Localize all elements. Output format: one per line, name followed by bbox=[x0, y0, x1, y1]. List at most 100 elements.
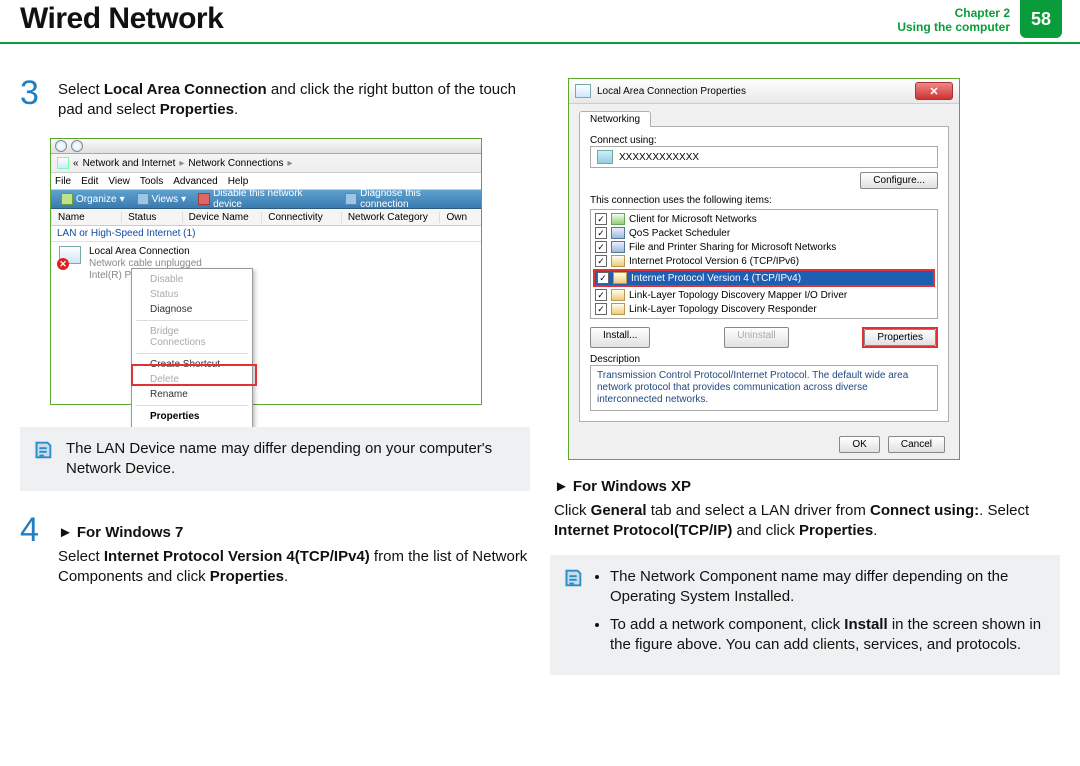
ctx-rename[interactable]: Rename bbox=[132, 387, 252, 402]
menu-edit[interactable]: Edit bbox=[81, 176, 98, 187]
toolbar: Organize▾ Views▾ Disable this network de… bbox=[51, 190, 481, 209]
ctx-diagnose[interactable]: Diagnose bbox=[132, 302, 252, 317]
list-item[interactable]: ✓QoS Packet Scheduler bbox=[593, 226, 935, 240]
ctx-delete[interactable]: Delete bbox=[132, 372, 252, 387]
step-number: 4 bbox=[20, 515, 48, 587]
os-heading: For Windows XP bbox=[573, 478, 691, 495]
note-box: The LAN Device name may differ depending… bbox=[20, 427, 530, 491]
ctx-bridge[interactable]: Bridge Connections bbox=[132, 324, 252, 350]
adapter-icon bbox=[597, 150, 613, 164]
note-text: The LAN Device name may differ depending… bbox=[66, 440, 492, 477]
install-button[interactable]: Install... bbox=[590, 327, 650, 348]
checkbox-icon[interactable]: ✓ bbox=[595, 227, 607, 239]
list-item[interactable]: ✓Link-Layer Topology Discovery Responder bbox=[593, 302, 935, 316]
device-name: XXXXXXXXXXXX bbox=[619, 152, 699, 163]
uninstall-button[interactable]: Uninstall bbox=[724, 327, 788, 348]
ctx-status[interactable]: Status bbox=[132, 287, 252, 302]
service-icon bbox=[611, 241, 625, 253]
chapter-tab: Chapter 2 Using the computer 58 bbox=[897, 0, 1080, 42]
list-item[interactable]: ✓Link-Layer Topology Discovery Mapper I/… bbox=[593, 288, 935, 302]
checkbox-icon[interactable]: ✓ bbox=[597, 272, 609, 284]
protocol-icon bbox=[613, 272, 627, 284]
tab-networking[interactable]: Networking bbox=[579, 111, 651, 127]
checkbox-icon[interactable]: ✓ bbox=[595, 303, 607, 315]
list-item[interactable]: ✓File and Printer Sharing for Microsoft … bbox=[593, 240, 935, 254]
chapter-subtitle: Using the computer bbox=[897, 20, 1010, 34]
page-title: Wired Network bbox=[20, 2, 223, 36]
close-button[interactable]: ✕ bbox=[915, 82, 953, 100]
xp-text: Click General tab and select a LAN drive… bbox=[554, 499, 1056, 541]
col-owner[interactable]: Own bbox=[439, 212, 481, 223]
step-text: ►For Windows 7 Select Internet Protocol … bbox=[58, 515, 530, 587]
dialog-titlebar: Local Area Connection Properties ✕ bbox=[569, 79, 959, 104]
step-number: 3 bbox=[20, 78, 48, 120]
note-item: The Network Component name may differ de… bbox=[610, 567, 1046, 607]
organize-button[interactable]: Organize▾ bbox=[57, 193, 129, 205]
breadcrumb[interactable]: Network Connections bbox=[188, 158, 283, 169]
connect-using-label: Connect using: bbox=[590, 135, 938, 146]
cancel-button[interactable]: Cancel bbox=[888, 436, 945, 453]
views-button[interactable]: Views▾ bbox=[133, 193, 191, 205]
step-text: Select Local Area Connection and click t… bbox=[58, 78, 530, 120]
connection-name: Local Area Connection bbox=[89, 246, 202, 258]
address-bar[interactable]: « Network and Internet ▸ Network Connect… bbox=[51, 154, 481, 173]
menu-view[interactable]: View bbox=[108, 176, 130, 187]
ctx-disable[interactable]: Disable bbox=[132, 272, 252, 287]
description-label: Description bbox=[590, 354, 938, 365]
properties-button[interactable]: Properties bbox=[864, 329, 936, 346]
disable-device-button[interactable]: Disable this network device bbox=[194, 188, 337, 210]
components-list: ✓Client for Microsoft Networks ✓QoS Pack… bbox=[590, 209, 938, 319]
ctx-shortcut[interactable]: Create Shortcut bbox=[132, 357, 252, 372]
network-icon bbox=[57, 157, 69, 169]
list-item-selected[interactable]: ✓Internet Protocol Version 4 (TCP/IPv4) bbox=[595, 271, 933, 285]
configure-button[interactable]: Configure... bbox=[860, 172, 938, 189]
list-item[interactable]: ✓Internet Protocol Version 6 (TCP/IPv6) bbox=[593, 254, 935, 268]
group-header: LAN or High-Speed Internet (1) bbox=[51, 226, 481, 242]
context-menu: Disable Status Diagnose Bridge Connectio… bbox=[131, 268, 253, 428]
description-text: Transmission Control Protocol/Internet P… bbox=[590, 365, 938, 411]
highlight-box: ✓Internet Protocol Version 4 (TCP/IPv4) bbox=[593, 269, 935, 287]
screenshot-network-connections: « Network and Internet ▸ Network Connect… bbox=[50, 138, 482, 405]
note-box: The Network Component name may differ de… bbox=[550, 555, 1060, 675]
protocol-icon bbox=[611, 303, 625, 315]
list-item[interactable]: ✓Client for Microsoft Networks bbox=[593, 212, 935, 226]
checkbox-icon[interactable]: ✓ bbox=[595, 289, 607, 301]
device-field: XXXXXXXXXXXX bbox=[590, 146, 938, 168]
nav-fwd-icon[interactable] bbox=[71, 140, 83, 152]
page-number: 58 bbox=[1020, 0, 1062, 38]
os-heading: For Windows 7 bbox=[77, 524, 184, 541]
checkbox-icon[interactable]: ✓ bbox=[595, 241, 607, 253]
col-category[interactable]: Network Category bbox=[341, 212, 440, 223]
highlight-box: Properties bbox=[862, 327, 938, 348]
menu-file[interactable]: File bbox=[55, 176, 71, 187]
screenshot-lac-properties: Local Area Connection Properties ✕ Netwo… bbox=[568, 78, 960, 460]
connection-item[interactable]: ✕ Local Area Connection Network cable un… bbox=[57, 246, 475, 282]
diagnose-button[interactable]: Diagnose this connection bbox=[341, 188, 475, 210]
col-device[interactable]: Device Name bbox=[182, 212, 262, 223]
menu-tools[interactable]: Tools bbox=[140, 176, 163, 187]
checkbox-icon[interactable]: ✓ bbox=[595, 255, 607, 267]
ctx-properties[interactable]: Properties bbox=[132, 409, 252, 424]
step-3: 3 Select Local Area Connection and click… bbox=[20, 78, 530, 120]
col-name[interactable]: Name bbox=[51, 212, 121, 223]
note-icon bbox=[32, 439, 54, 461]
ok-button[interactable]: OK bbox=[839, 436, 879, 453]
protocol-icon bbox=[611, 289, 625, 301]
nav-back-icon[interactable] bbox=[55, 140, 67, 152]
chapter-label: Chapter 2 bbox=[897, 6, 1010, 20]
menu-help[interactable]: Help bbox=[228, 176, 249, 187]
breadcrumb[interactable]: Network and Internet bbox=[83, 158, 176, 169]
client-icon bbox=[611, 213, 625, 225]
window-frame-top bbox=[51, 139, 481, 154]
checkbox-icon[interactable]: ✓ bbox=[595, 213, 607, 225]
right-column: Local Area Connection Properties ✕ Netwo… bbox=[550, 78, 1060, 699]
menu-advanced[interactable]: Advanced bbox=[173, 176, 217, 187]
service-icon bbox=[611, 227, 625, 239]
note-item: To add a network component, click Instal… bbox=[610, 615, 1046, 655]
arrow-icon: ► bbox=[554, 478, 569, 495]
col-status[interactable]: Status bbox=[121, 212, 182, 223]
arrow-icon: ► bbox=[58, 524, 73, 541]
col-connectivity[interactable]: Connectivity bbox=[261, 212, 341, 223]
note-icon bbox=[562, 567, 584, 589]
left-column: 3 Select Local Area Connection and click… bbox=[20, 78, 530, 699]
